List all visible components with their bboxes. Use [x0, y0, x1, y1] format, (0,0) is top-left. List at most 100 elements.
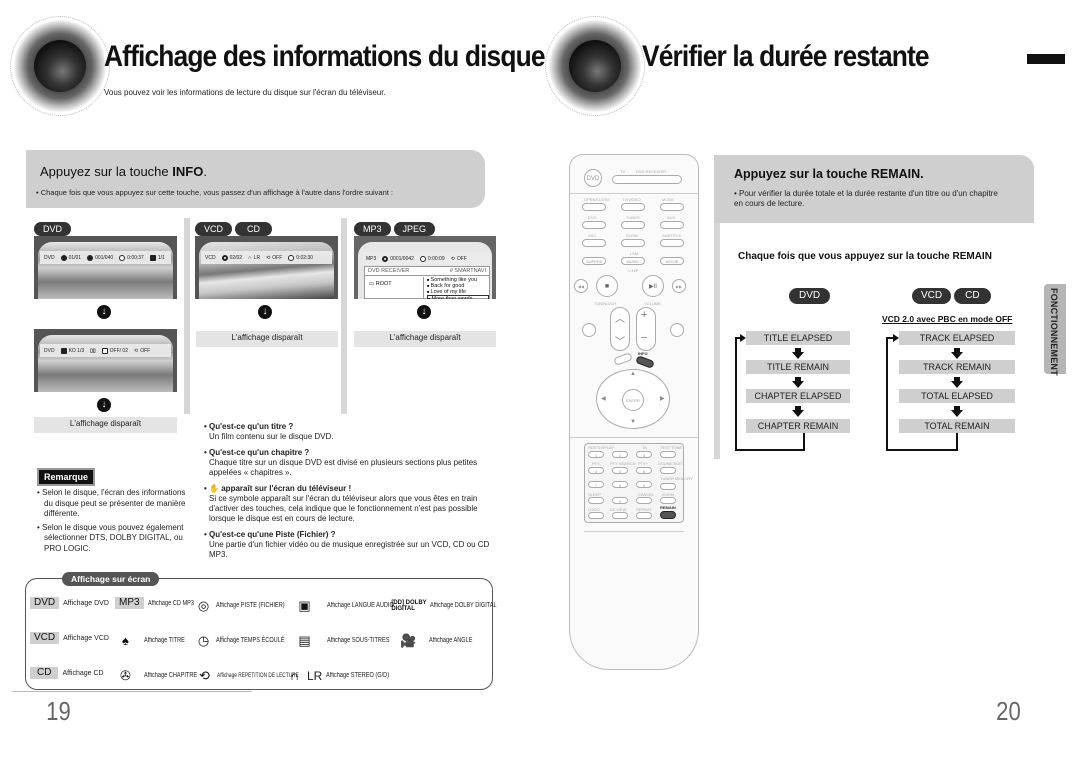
remarque-item: Selon le disque vous pouvez également sé…: [37, 523, 195, 555]
page-subtitle-left: Vous pouvez voir les informations de lec…: [104, 88, 386, 97]
track-icon: [382, 255, 389, 262]
aux-button[interactable]: [660, 221, 684, 229]
flow-step: TRACK ELAPSED: [899, 331, 1015, 345]
flow-step: TOTAL ELAPSED: [899, 389, 1015, 403]
ez-view-button[interactable]: [612, 512, 628, 519]
legend-item-elapsed-time: ◷ Affichage TEMPS ÉCOULÉ: [195, 632, 302, 649]
root-folder[interactable]: ▭ ROOT: [369, 281, 392, 287]
asc-button[interactable]: [582, 239, 606, 247]
repeat-button[interactable]: [636, 512, 652, 519]
digit-0-button[interactable]: 0: [612, 497, 628, 504]
vcd-pbc-note: VCD 2.0 avec PBC en mode OFF: [882, 314, 1013, 324]
mode-button[interactable]: [660, 203, 684, 211]
badge-vcd: VCD: [912, 288, 952, 304]
subtitle-button[interactable]: [660, 239, 684, 247]
repeat-icon: ⟲: [199, 667, 210, 683]
dolby-digital-icon: ▯▯: [90, 347, 96, 354]
osd-bar: VCD 02/02 ∩ LR ⟲ OFF 0:02:30: [201, 251, 332, 264]
zoom-button[interactable]: [660, 497, 676, 504]
definition-chapter: Qu'est-ce qu'un chapitre ?Chaque titre s…: [204, 448, 504, 478]
badge-jpeg: JPEG: [393, 222, 436, 236]
enter-button[interactable]: ENTER: [622, 389, 644, 411]
sleep-button[interactable]: [588, 497, 604, 504]
definition-hand-symbol: ✋ apparaît sur l'écran du téléviseur !Si…: [204, 484, 504, 524]
loop-connector: [735, 433, 805, 451]
clock-icon: [288, 254, 295, 261]
legend-item-dvd: DVD Affichage DVD: [30, 597, 109, 609]
badge-cd: CD: [235, 222, 273, 236]
digit-3-button[interactable]: 3: [636, 451, 652, 458]
tv-video-button[interactable]: [621, 203, 645, 211]
skip-forward-button[interactable]: ▶▶: [672, 279, 686, 293]
play-pause-button[interactable]: ▶II: [642, 275, 664, 297]
flow-step: TITLE REMAIN: [746, 360, 850, 374]
down-arrow-icon: ↓: [417, 305, 431, 319]
flow-step: TITLE ELAPSED: [746, 331, 850, 345]
remain-button[interactable]: [660, 511, 676, 519]
remarque-item: Selon le disque, l'écran des information…: [37, 488, 195, 520]
legend-item-track: ◎ Affichage PISTE (FICHIER): [195, 597, 302, 614]
dvd-osd-screen-1: DVD 01/01 001/040 0:00:37 1/1: [34, 236, 177, 299]
nav-left-icon[interactable]: ◀: [601, 395, 606, 402]
music-button[interactable]: MUSIC: [621, 257, 645, 265]
digit-6-button[interactable]: 6: [636, 467, 652, 474]
digit-2-button[interactable]: 2: [612, 451, 628, 458]
mode-switch[interactable]: [612, 175, 682, 184]
menu-button[interactable]: [613, 352, 633, 366]
movie-button[interactable]: MOVIE: [660, 257, 684, 265]
nav-up-icon[interactable]: ▲: [630, 371, 636, 377]
info-button[interactable]: [635, 355, 655, 369]
tuner-button[interactable]: [621, 221, 645, 229]
page-title-right: Vérifier la durée restante: [642, 40, 930, 73]
logo-button[interactable]: [588, 512, 604, 519]
test-tone-button[interactable]: [660, 451, 676, 458]
digit-5-button[interactable]: 5: [612, 467, 628, 474]
digit-7-button[interactable]: 7: [588, 481, 604, 488]
display-off-label: L'affichage disparaît: [196, 331, 338, 347]
skip-back-button[interactable]: ◀◀: [574, 279, 588, 293]
tuner-memory-button[interactable]: [660, 483, 676, 490]
hand-icon: ✋: [209, 484, 219, 493]
stop-button[interactable]: ■: [596, 275, 618, 297]
open-close-button[interactable]: [582, 203, 606, 211]
legend-item-vcd: VCD Affichage VCD: [30, 632, 109, 644]
title-disc-decoration: [545, 16, 645, 116]
definition-track: Qu'est-ce qu'une Piste (Fichier) ?Une pa…: [204, 530, 504, 560]
down-arrow-icon: [792, 406, 804, 417]
page-number-right: 20: [996, 696, 1021, 726]
vcd-osd-screen: VCD 02/02 ∩ LR ⟲ OFF 0:02:30: [195, 236, 338, 299]
slow-button[interactable]: [621, 239, 645, 247]
mp3-osd-screen: MP3 0001/0042 0:00:09 ⟲ OFF DVD RECEIVER #…: [354, 236, 496, 299]
column-divider: [341, 218, 347, 414]
pl-mode-button[interactable]: [582, 323, 596, 337]
digit-1-button[interactable]: 1: [588, 451, 604, 458]
digit-4-button[interactable]: 4: [588, 467, 604, 474]
subtitle-icon: [101, 347, 108, 354]
track-item-selected[interactable]: More than words: [427, 295, 489, 299]
digit-8-button[interactable]: 8: [612, 481, 628, 488]
dvd-button[interactable]: [582, 221, 606, 229]
title-icon: [60, 254, 67, 261]
remarque-list: Selon le disque, l'écran des information…: [37, 488, 195, 557]
cancel-button[interactable]: [636, 497, 652, 504]
dvd-badges: DVD: [34, 219, 74, 237]
audio-language-icon: [60, 347, 67, 354]
pl-effect-button[interactable]: [670, 323, 684, 337]
osd-bar: DVD KO 1/3 ▯▯ OFF/ 02 ⟲ OFF: [40, 344, 171, 357]
clock-icon: [119, 254, 126, 261]
super5-button[interactable]: SUPER5: [582, 257, 606, 265]
dvd-osd-screen-2: DVD KO 1/3 ▯▯ OFF/ 02 ⟲ OFF: [34, 329, 177, 392]
power-button[interactable]: DVD: [584, 169, 602, 187]
definition-title: Qu'est-ce qu'un titre ?Un film contenu s…: [204, 422, 504, 442]
badge-dvd: DVD: [789, 288, 831, 304]
section-side-tab: FONCTIONNEMENT: [1044, 284, 1066, 376]
osd-bar: DVD 01/01 001/040 0:00:37 1/1: [40, 251, 171, 264]
nav-down-icon[interactable]: ▼: [630, 419, 636, 425]
digit-9-button[interactable]: 9: [636, 481, 652, 488]
flow-step: TOTAL REMAIN: [899, 419, 1015, 433]
sound-edit-button[interactable]: [660, 467, 676, 474]
nav-right-icon[interactable]: ▶: [660, 395, 665, 402]
repeat-icon: ⟲: [134, 347, 139, 354]
legend-item-cd: CD Affichage CD: [30, 667, 104, 679]
chapter-icon: [87, 254, 94, 261]
